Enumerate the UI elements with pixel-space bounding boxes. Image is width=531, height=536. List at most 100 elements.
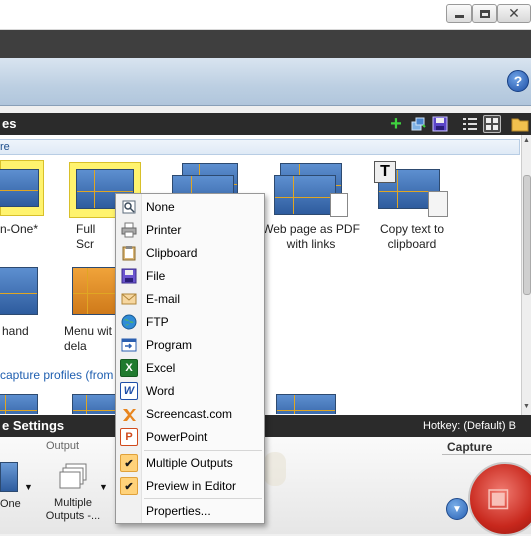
profile-wizard-icon[interactable]: [409, 115, 427, 133]
clipboard-icon: [120, 244, 138, 262]
menu-item-label: Multiple Outputs: [146, 456, 233, 470]
menu-item-label: Word: [146, 384, 175, 398]
pdf-page-icon: [330, 193, 348, 217]
output-label[interactable]: Multiple Outputs -...: [45, 497, 101, 523]
menu-item-file[interactable]: File: [118, 265, 263, 287]
menu-item-screencast[interactable]: Screencast.com: [118, 403, 263, 425]
settings-title: e Settings: [2, 418, 65, 433]
effects-icon[interactable]: [264, 452, 286, 486]
divider: [442, 454, 531, 455]
menu-item-none[interactable]: None: [118, 196, 263, 218]
menu-item-program[interactable]: Program: [118, 334, 263, 356]
chevron-down-icon[interactable]: ▼: [99, 482, 108, 492]
profile-thumbnail[interactable]: [72, 392, 116, 414]
profile-thumbnail[interactable]: [0, 160, 44, 216]
floppy-disk-icon: [120, 267, 138, 285]
menu-item-label: Excel: [146, 361, 176, 375]
text-icon: T: [374, 161, 396, 183]
menu-item-label: Printer: [146, 223, 182, 237]
add-profile-icon[interactable]: +: [387, 114, 405, 134]
scanner-icon: [120, 198, 138, 216]
word-icon: W: [120, 382, 138, 400]
menu-item-ftp[interactable]: FTP: [118, 311, 263, 333]
menu-item-label: Screencast.com: [146, 407, 233, 421]
menu-item-printer[interactable]: Printer: [118, 219, 263, 241]
menu-separator: [144, 498, 262, 499]
menu-item-label: File: [146, 269, 166, 283]
profile-label[interactable]: n-One*: [0, 222, 40, 237]
menu-item-powerpoint[interactable]: P PowerPoint: [118, 426, 263, 448]
help-button[interactable]: ?: [507, 70, 529, 92]
ribbon-bar: [0, 30, 531, 58]
checkmark-icon: ✔: [120, 477, 138, 495]
globe-icon: [120, 313, 138, 331]
maximize-button[interactable]: [472, 4, 497, 23]
excel-icon: X: [120, 359, 138, 377]
menu-item-label: Properties...: [146, 504, 211, 518]
menu-item-clipboard[interactable]: Clipboard: [118, 242, 263, 264]
profile-label[interactable]: Copy text to clipboard: [372, 222, 452, 252]
save-icon[interactable]: [431, 115, 449, 133]
input-type-icon[interactable]: [0, 462, 18, 492]
profiles-header: es +: [0, 113, 531, 135]
capture-caption: Capture: [447, 440, 493, 454]
menu-item-label: FTP: [146, 315, 169, 329]
powerpoint-icon: P: [120, 428, 138, 446]
profile-label[interactable]: hand: [2, 324, 42, 339]
multiple-outputs-icon[interactable]: [58, 462, 88, 492]
menu-item-label: Clipboard: [146, 246, 198, 260]
profile-group-header[interactable]: re: [0, 139, 520, 155]
group-label[interactable]: capture profiles (from: [0, 368, 113, 382]
profile-label[interactable]: Full Scr: [76, 222, 116, 252]
details-view-icon[interactable]: [461, 115, 479, 133]
menu-item-label: Program: [146, 338, 193, 352]
menu-item-label: Preview in Editor: [146, 479, 237, 493]
toolbar-area: [0, 58, 531, 106]
menu-item-email[interactable]: E-mail: [118, 288, 263, 310]
profile-label[interactable]: Web page as PDF with links: [262, 222, 360, 252]
profiles-title: es: [2, 116, 17, 131]
profile-thumbnail[interactable]: [0, 392, 38, 414]
scroll-down-icon[interactable]: ▼: [523, 403, 530, 410]
close-button[interactable]: ✕: [497, 4, 531, 23]
profile-label[interactable]: Menu wit dela: [64, 324, 120, 354]
input-type-label[interactable]: One: [0, 498, 21, 510]
menu-item-label: None: [146, 200, 175, 214]
program-icon: [120, 336, 138, 354]
profile-thumbnail[interactable]: [274, 163, 350, 219]
folder-icon[interactable]: [511, 115, 529, 133]
menu-item-properties[interactable]: Properties...: [118, 500, 263, 522]
group-label: re: [0, 141, 10, 153]
menu-item-label: E-mail: [146, 292, 181, 306]
scroll-up-icon[interactable]: ▲: [523, 137, 530, 144]
menu-item-word[interactable]: W Word: [118, 380, 263, 402]
menu-item-label: PowerPoint: [146, 430, 208, 444]
menu-item-excel[interactable]: X Excel: [118, 357, 263, 379]
menu-item-preview-in-editor[interactable]: ✔ Preview in Editor: [118, 475, 263, 497]
camera-icon: ▣: [486, 482, 511, 512]
envelope-icon: [120, 290, 138, 308]
minimize-button[interactable]: [446, 4, 472, 23]
vertical-scrollbar[interactable]: ▲ ▼: [521, 135, 531, 415]
profile-thumbnail[interactable]: [276, 392, 336, 414]
large-icons-view-icon[interactable]: [483, 115, 501, 133]
settings-header: e Settings Hotkey: (Default) B: [0, 415, 531, 437]
output-context-menu: None Printer Clipboard File E-mail FTP P…: [115, 193, 265, 524]
close-icon: ✕: [508, 5, 520, 22]
checkmark-icon: ✔: [120, 454, 138, 472]
output-caption: Output: [46, 440, 80, 452]
clipboard-icon: [428, 191, 448, 217]
menu-separator: [144, 450, 262, 451]
minimize-icon: [454, 15, 464, 18]
profile-thumbnail[interactable]: T: [374, 161, 450, 219]
capture-options-button[interactable]: ▼: [446, 498, 468, 520]
printer-icon: [120, 221, 138, 239]
menu-item-multiple-outputs[interactable]: ✔ Multiple Outputs: [118, 452, 263, 474]
maximize-icon: [479, 9, 490, 18]
scroll-thumb[interactable]: [523, 175, 531, 295]
window-titlebar: ✕: [0, 0, 531, 30]
profile-thumbnail[interactable]: [72, 265, 122, 319]
chevron-down-icon[interactable]: ▼: [24, 482, 33, 492]
profile-thumbnail[interactable]: [0, 265, 40, 319]
screencast-icon: [120, 405, 138, 423]
